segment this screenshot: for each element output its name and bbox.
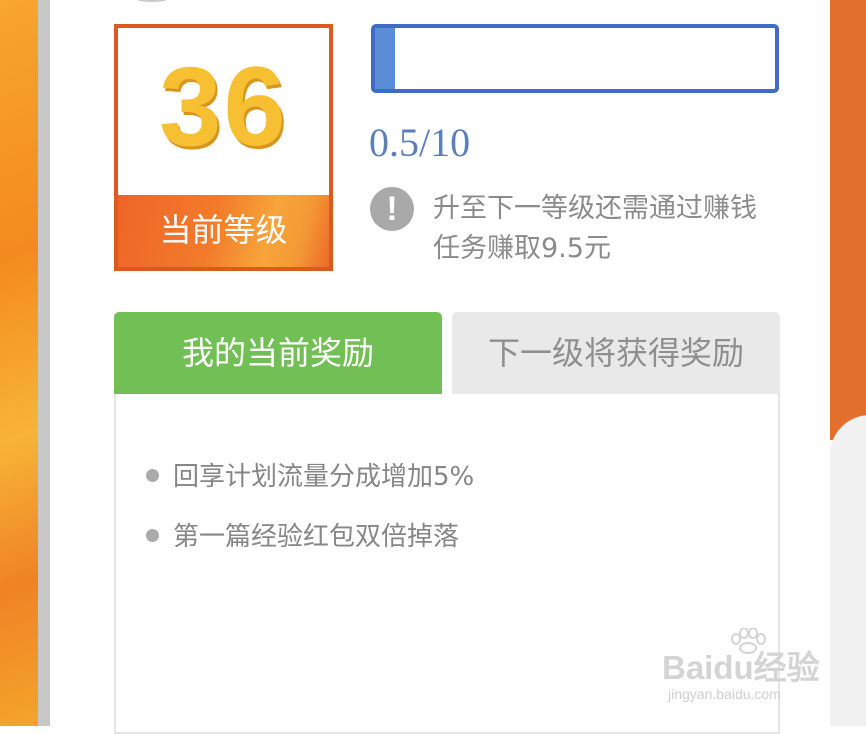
reward-item: 回享计划流量分成增加5% xyxy=(146,460,474,494)
level-progress-bar xyxy=(371,24,779,93)
tab-current-rewards[interactable]: 我的当前奖励 xyxy=(114,312,442,394)
right-decoration xyxy=(830,0,866,440)
left-edge xyxy=(38,0,50,726)
progress-text: 0.5/10 xyxy=(369,120,471,165)
left-decoration xyxy=(0,0,38,726)
reward-item: 第一篇经验红包双倍掉落 xyxy=(146,520,459,554)
bullet-icon xyxy=(146,529,159,542)
bullet-icon xyxy=(146,469,159,482)
level-label: 当前等级 xyxy=(159,211,288,249)
reward-text: 第一篇经验红包双倍掉落 xyxy=(173,522,460,552)
baidu-watermark: Baidu经验 jingyan.baidu.com xyxy=(662,628,822,702)
level-label-bar: 当前等级 xyxy=(118,192,329,267)
avatar xyxy=(130,0,174,2)
right-background xyxy=(830,415,866,726)
progress-fill xyxy=(375,28,395,89)
tab-next-level-rewards[interactable]: 下一级将获得奖励 xyxy=(452,312,780,394)
level-badge: 36 当前等级 xyxy=(114,24,333,271)
watermark-url: jingyan.baidu.com xyxy=(668,686,781,702)
reward-text: 回享计划流量分成增加5% xyxy=(173,462,475,492)
upgrade-notice: 升至下一等级还需通过赚钱任务赚取9.5元 xyxy=(433,193,757,264)
watermark-logo: Baidu经验 xyxy=(662,649,820,686)
level-number: 36 xyxy=(159,44,288,169)
exclamation-icon: ! xyxy=(370,187,414,231)
